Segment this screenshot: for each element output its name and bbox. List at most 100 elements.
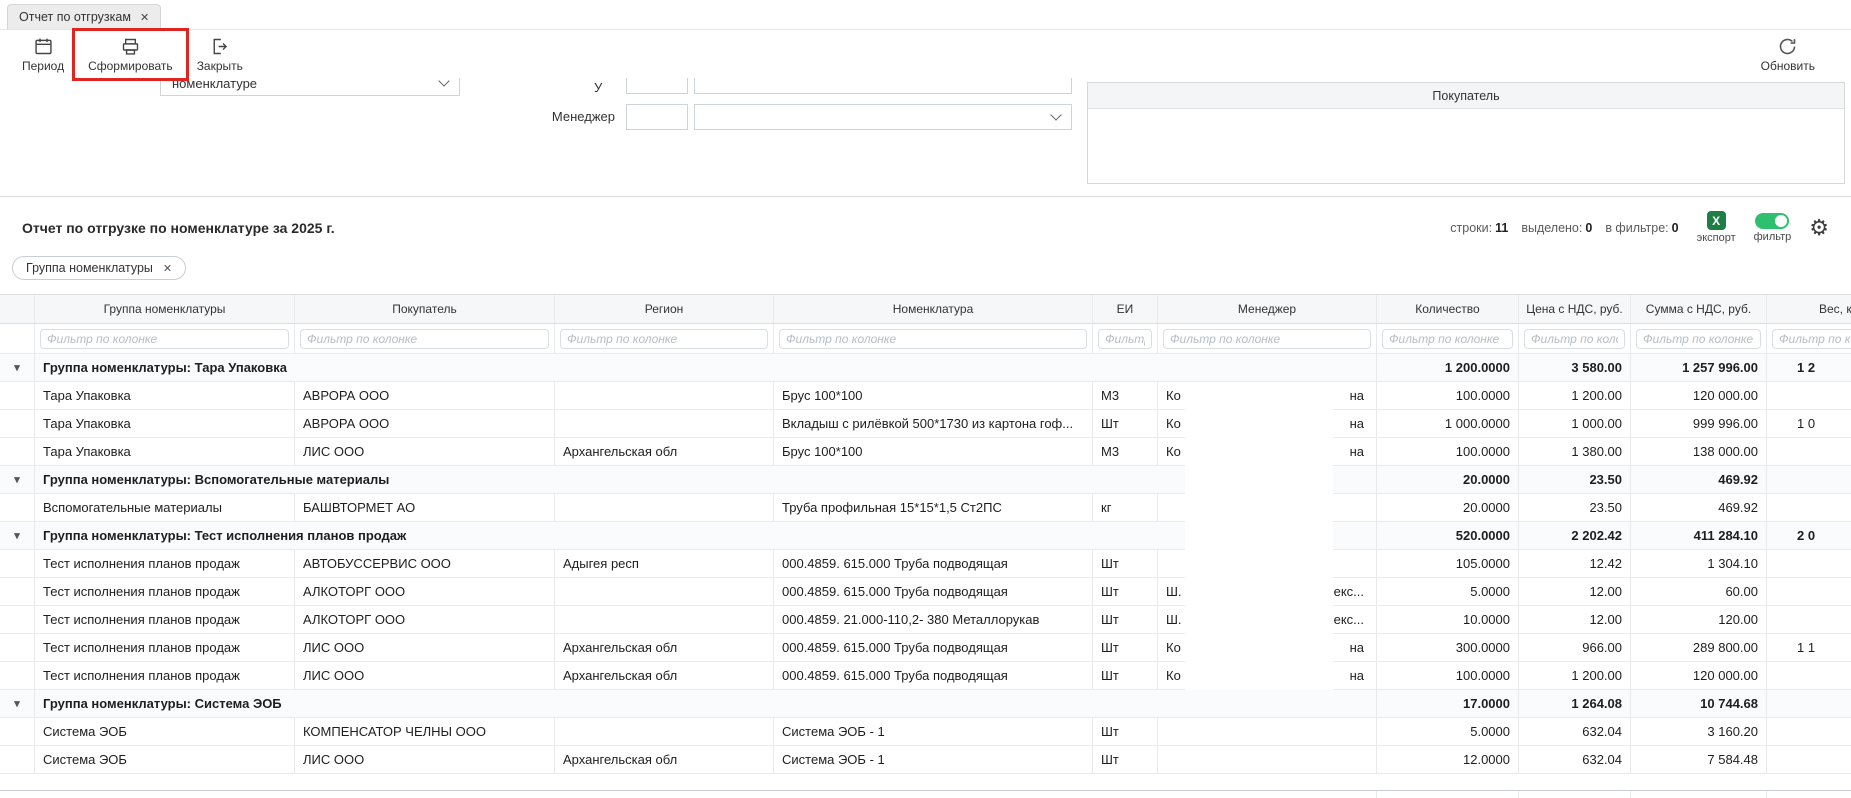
collapse-icon[interactable]: ▾ xyxy=(14,529,20,542)
settings-gear-icon[interactable]: ⚙ xyxy=(1809,217,1829,239)
cell-buyer: ЛИС ООО xyxy=(295,438,555,465)
table-row[interactable]: Система ЭОБКОМПЕНСАТОР ЧЕЛНЫ ОООСистема … xyxy=(0,718,1851,746)
total-weight: Σ xyxy=(1767,791,1851,798)
column-filter-input[interactable] xyxy=(1382,329,1513,349)
cell-unit: Шт xyxy=(1093,550,1158,577)
group-row[interactable]: ▾Группа номенклатуры: Тара Упаковка1 200… xyxy=(0,354,1851,382)
cell-sum: 120 000.00 xyxy=(1631,662,1767,689)
cell-sum: 10 744.68 xyxy=(1631,690,1767,717)
filter-toggle[interactable]: фильтр xyxy=(1754,213,1792,243)
cell-region: Архангельская обл xyxy=(555,438,774,465)
collapse-icon[interactable]: ▾ xyxy=(14,697,20,710)
cell-quantity: 17.0000 xyxy=(1377,690,1519,717)
toggle-pill[interactable] xyxy=(1755,213,1789,229)
cell-buyer: АЛКОТОРГ ООО xyxy=(295,578,555,605)
toggle-knob xyxy=(1775,215,1787,227)
column-filter-input[interactable] xyxy=(1772,329,1851,349)
tab-close-icon[interactable]: ✕ xyxy=(140,11,149,24)
cell-quantity: 20.0000 xyxy=(1377,466,1519,493)
manager-code-input[interactable] xyxy=(626,104,688,130)
column-filter-input[interactable] xyxy=(1636,329,1761,349)
cell-quantity: 105.0000 xyxy=(1377,550,1519,577)
column-header[interactable]: Регион xyxy=(555,295,774,323)
table-row[interactable]: Вспомогательные материалыБАШВТОРМЕТ АОТр… xyxy=(0,494,1851,522)
grid-totals-row: Σ1 757.0000Σ1 680 494.70Σ xyxy=(0,790,1851,798)
cell-group: Система ЭОБ xyxy=(35,718,295,745)
grouping-chip[interactable]: Группа номенклатуры ✕ xyxy=(12,256,186,280)
cell-quantity: 12.0000 xyxy=(1377,746,1519,773)
export-excel-button[interactable]: X экспорт xyxy=(1697,211,1736,244)
collapse-icon[interactable]: ▾ xyxy=(14,473,20,486)
expander-cell: ▾ xyxy=(0,466,35,493)
column-filter-input[interactable] xyxy=(300,329,549,349)
cell-price: 1 264.08 xyxy=(1519,690,1631,717)
table-row[interactable]: Тара УпаковкаАВРОРА ОООБрус 100*100М3Кон… xyxy=(0,382,1851,410)
manager-combobox[interactable] xyxy=(694,104,1072,130)
table-row[interactable]: Система ЭОБЛИС ОООАрхангельская облСисте… xyxy=(0,746,1851,774)
table-row[interactable]: Тара УпаковкаАВРОРА ОООВкладыш с рилёвко… xyxy=(0,410,1851,438)
cell-group: Тест исполнения планов продаж xyxy=(35,634,295,661)
filter-cell xyxy=(35,324,295,353)
refresh-icon xyxy=(1777,36,1798,57)
table-row[interactable]: Тест исполнения планов продажЛИС ОООАрха… xyxy=(0,662,1851,690)
period-button[interactable]: Период xyxy=(12,33,74,76)
cell-weight xyxy=(1767,494,1851,521)
column-header[interactable]: Номенклатура xyxy=(774,295,1093,323)
column-header[interactable]: Покупатель xyxy=(295,295,555,323)
collapse-icon[interactable]: ▾ xyxy=(14,361,20,374)
chip-close-icon[interactable]: ✕ xyxy=(163,262,172,275)
cell-price: 632.04 xyxy=(1519,746,1631,773)
tab-title: Отчет по отгрузкам xyxy=(19,10,131,24)
cell-quantity: 100.0000 xyxy=(1377,438,1519,465)
column-header[interactable]: Группа номенклатуры xyxy=(35,295,295,323)
cell-region xyxy=(555,718,774,745)
cell-manager xyxy=(1158,718,1377,745)
tab-report[interactable]: Отчет по отгрузкам ✕ xyxy=(7,4,161,29)
column-filter-input[interactable] xyxy=(1524,329,1625,349)
buyer-panel-body[interactable] xyxy=(1088,109,1844,183)
cell-price: 1 380.00 xyxy=(1519,438,1631,465)
column-filter-input[interactable] xyxy=(40,329,289,349)
group-row[interactable]: ▾Группа номенклатуры: Тест исполнения пл… xyxy=(0,522,1851,550)
expander-cell: ▾ xyxy=(0,354,35,381)
cell-region: Архангельская обл xyxy=(555,634,774,661)
group-row[interactable]: ▾Группа номенклатуры: Вспомогательные ма… xyxy=(0,466,1851,494)
cell-buyer: АЛКОТОРГ ООО xyxy=(295,606,555,633)
cell-group: Вспомогательные материалы xyxy=(35,494,295,521)
column-filter-input[interactable] xyxy=(1163,329,1371,349)
column-filter-input[interactable] xyxy=(779,329,1087,349)
generate-button[interactable]: Сформировать xyxy=(78,33,183,76)
group-row[interactable]: ▾Группа номенклатуры: Система ЭОБ17.0000… xyxy=(0,690,1851,718)
table-row[interactable]: Тест исполнения планов продажАЛКОТОРГ ОО… xyxy=(0,606,1851,634)
column-header[interactable]: Менеджер xyxy=(1158,295,1377,323)
column-header[interactable]: Вес, к xyxy=(1767,295,1851,323)
column-header[interactable]: Количество xyxy=(1377,295,1519,323)
table-row[interactable]: Тест исполнения планов продажАЛКОТОРГ ОО… xyxy=(0,578,1851,606)
cell-buyer: ЛИС ООО xyxy=(295,662,555,689)
filter-toggle-label: фильтр xyxy=(1754,231,1792,243)
table-row[interactable]: Тест исполнения планов продажАВТОБУССЕРВ… xyxy=(0,550,1851,578)
cell-price: 12.42 xyxy=(1519,550,1631,577)
chevron-down-icon xyxy=(1050,109,1061,120)
cell-group: Тест исполнения планов продаж xyxy=(35,578,295,605)
column-header[interactable]: ЕИ xyxy=(1093,295,1158,323)
filter-cell xyxy=(1631,324,1767,353)
column-filter-input[interactable] xyxy=(560,329,768,349)
cell-nomenclature: 000.4859. 21.000-110,2- 380 Металлорукав xyxy=(774,606,1093,633)
close-report-button[interactable]: Закрыть xyxy=(187,33,253,76)
refresh-button[interactable]: Обновить xyxy=(1751,33,1825,76)
table-row[interactable]: Тара УпаковкаЛИС ОООАрхангельская облБру… xyxy=(0,438,1851,466)
expander-cell: ▾ xyxy=(0,690,35,717)
cell-group: Система ЭОБ xyxy=(35,746,295,773)
column-filter-input[interactable] xyxy=(1098,329,1152,349)
cell-sum: 289 800.00 xyxy=(1631,634,1767,661)
cell-quantity: 5.0000 xyxy=(1377,718,1519,745)
cell-sum: 1 304.10 xyxy=(1631,550,1767,577)
column-header[interactable]: Цена с НДС, руб. xyxy=(1519,295,1631,323)
cell-nomenclature: 000.4859. 615.000 Труба подводящая xyxy=(774,634,1093,661)
cell-buyer: АВРОРА ООО xyxy=(295,382,555,409)
table-row[interactable]: Тест исполнения планов продажЛИС ОООАрха… xyxy=(0,634,1851,662)
column-header[interactable]: Сумма с НДС, руб. xyxy=(1631,295,1767,323)
cell-region: Адыгея респ xyxy=(555,550,774,577)
cell-weight xyxy=(1767,550,1851,577)
